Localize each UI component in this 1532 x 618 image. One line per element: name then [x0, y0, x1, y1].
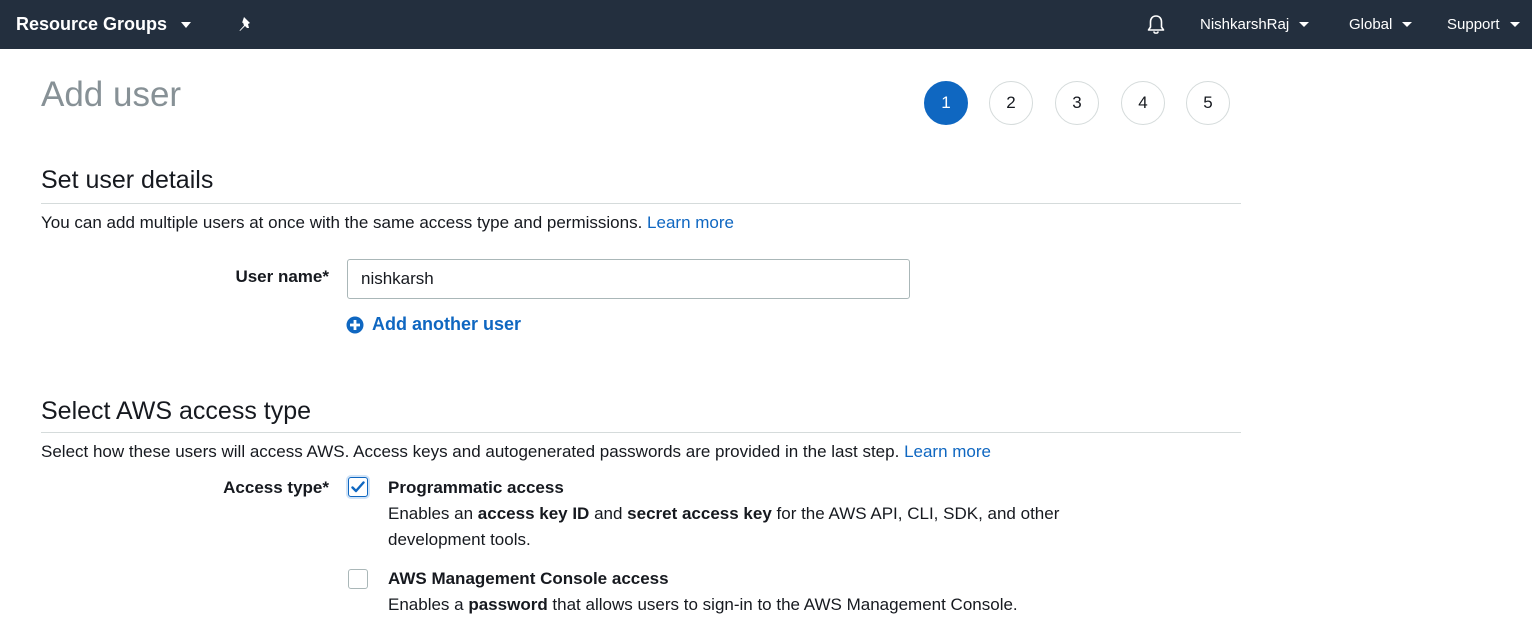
desc-bold: password — [468, 595, 548, 614]
bell-icon — [1147, 14, 1165, 34]
user-name-label: User name* — [235, 267, 329, 286]
section-divider — [41, 203, 1241, 204]
top-nav: Resource Groups NishkarshRaj Global Supp… — [0, 0, 1532, 49]
access-type-heading: Select AWS access type — [41, 397, 312, 425]
programmatic-access-description: Enables an access key ID and secret acce… — [388, 501, 1068, 553]
user-details-description-text: You can add multiple users at once with … — [41, 213, 643, 232]
step-4[interactable]: 4 — [1121, 81, 1165, 125]
resource-groups-menu[interactable]: Resource Groups — [16, 0, 192, 49]
account-name: NishkarshRaj — [1200, 16, 1290, 33]
desc-text: and — [589, 504, 628, 523]
account-menu[interactable]: NishkarshRaj — [1200, 0, 1310, 49]
desc-bold: secret access key — [627, 504, 772, 523]
step-1[interactable]: 1 — [924, 81, 968, 125]
chevron-down-icon — [181, 21, 192, 28]
region-label: Global — [1349, 16, 1393, 33]
desc-text: Enables an — [388, 504, 478, 523]
chevron-down-icon — [1402, 22, 1413, 27]
desc-text: Enables a — [388, 595, 469, 614]
desc-text: that allows users to sign-in to the AWS … — [547, 595, 1018, 614]
access-type-description: Select how these users will access AWS. … — [41, 442, 991, 462]
page-title: Add user — [41, 75, 182, 114]
step-2[interactable]: 2 — [989, 81, 1033, 125]
chevron-down-icon — [1509, 22, 1520, 27]
programmatic-access-title: Programmatic access — [388, 478, 564, 497]
console-access-checkbox[interactable] — [348, 569, 368, 589]
notifications-button[interactable] — [1144, 0, 1168, 49]
desc-bold: access key ID — [477, 504, 590, 523]
access-type-description-text: Select how these users will access AWS. … — [41, 442, 900, 461]
add-another-user-button[interactable]: Add another user — [346, 314, 521, 335]
add-another-user-label: Add another user — [372, 314, 522, 334]
step-3[interactable]: 3 — [1055, 81, 1099, 125]
user-details-description: You can add multiple users at once with … — [41, 213, 734, 233]
programmatic-access-checkbox[interactable] — [348, 477, 368, 497]
section-divider — [41, 432, 1241, 433]
access-type-label: Access type* — [223, 478, 329, 497]
support-menu[interactable]: Support — [1447, 0, 1520, 49]
console-access-description: Enables a password that allows users to … — [388, 592, 1068, 618]
user-details-heading: Set user details — [41, 166, 214, 194]
resource-groups-label: Resource Groups — [16, 14, 168, 34]
user-name-input[interactable] — [347, 259, 910, 299]
step-5[interactable]: 5 — [1186, 81, 1230, 125]
pin-icon — [239, 16, 250, 31]
support-label: Support — [1447, 16, 1500, 33]
learn-more-link[interactable]: Learn more — [904, 442, 991, 461]
region-menu[interactable]: Global — [1349, 0, 1413, 49]
chevron-down-icon — [1299, 22, 1310, 27]
console-access-title: AWS Management Console access — [388, 569, 669, 588]
plus-circle-icon — [346, 316, 364, 333]
checkmark-icon — [351, 481, 365, 493]
learn-more-link[interactable]: Learn more — [647, 213, 734, 232]
pin-button[interactable] — [236, 0, 256, 49]
